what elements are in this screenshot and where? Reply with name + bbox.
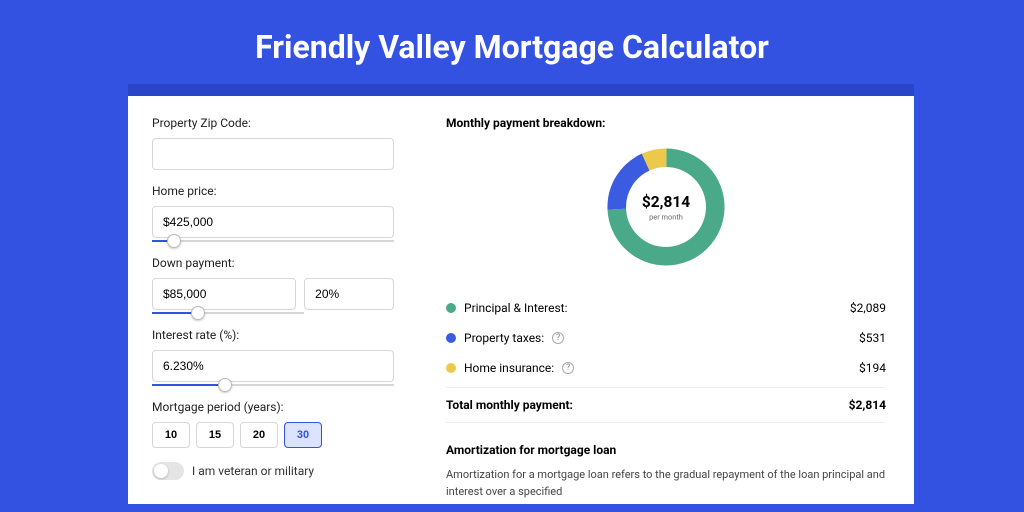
period-30[interactable]: 30	[284, 422, 322, 448]
dot-icon	[446, 333, 456, 343]
legend-insurance: Home insurance: ? $194	[446, 353, 886, 383]
home-price-label: Home price:	[152, 184, 394, 198]
legend-label: Property taxes:	[464, 331, 544, 345]
period-label: Mortgage period (years):	[152, 400, 394, 414]
down-payment-input[interactable]	[152, 278, 296, 310]
legend-label: Home insurance:	[464, 361, 554, 375]
help-icon[interactable]: ?	[562, 362, 574, 374]
legend-taxes: Property taxes: ? $531	[446, 323, 886, 353]
total-value: $2,814	[849, 398, 886, 412]
zip-field: Property Zip Code:	[152, 116, 394, 170]
page-title: Friendly Valley Mortgage Calculator	[0, 0, 1024, 84]
help-icon[interactable]: ?	[552, 332, 564, 344]
total-row: Total monthly payment: $2,814	[446, 387, 886, 423]
donut-chart: $2,814 per month	[446, 142, 886, 275]
donut-center-sub: per month	[649, 212, 683, 221]
period-field: Mortgage period (years): 10 15 20 30	[152, 400, 394, 448]
down-payment-pct-input[interactable]	[304, 278, 394, 310]
veteran-toggle[interactable]	[152, 462, 184, 480]
amort-text: Amortization for a mortgage loan refers …	[446, 467, 886, 500]
interest-field: Interest rate (%):	[152, 328, 394, 386]
home-price-input[interactable]	[152, 206, 394, 238]
donut-center-value: $2,814	[642, 193, 690, 211]
legend-principal: Principal & Interest: $2,089	[446, 293, 886, 323]
slider-thumb[interactable]	[218, 378, 232, 392]
zip-label: Property Zip Code:	[152, 116, 394, 130]
amort-title: Amortization for mortgage loan	[446, 443, 886, 457]
legend-value: $194	[859, 361, 886, 375]
form-panel: Property Zip Code: Home price: Down paym…	[128, 96, 418, 504]
slider-thumb[interactable]	[167, 234, 181, 248]
breakdown-panel: Monthly payment breakdown: $2,814 per mo…	[418, 96, 914, 504]
breakdown-title: Monthly payment breakdown:	[446, 116, 886, 130]
interest-input[interactable]	[152, 350, 394, 382]
down-payment-slider[interactable]	[152, 312, 304, 314]
total-label: Total monthly payment:	[446, 398, 573, 412]
toggle-knob	[154, 464, 168, 478]
period-15[interactable]: 15	[196, 422, 234, 448]
legend-value: $531	[859, 331, 886, 345]
interest-label: Interest rate (%):	[152, 328, 394, 342]
dot-icon	[446, 303, 456, 313]
dot-icon	[446, 363, 456, 373]
period-20[interactable]: 20	[240, 422, 278, 448]
zip-input[interactable]	[152, 138, 394, 170]
down-payment-field: Down payment:	[152, 256, 394, 314]
donut-svg: $2,814 per month	[601, 142, 731, 272]
home-price-slider[interactable]	[152, 240, 394, 242]
legend-label: Principal & Interest:	[464, 301, 568, 315]
interest-slider[interactable]	[152, 384, 394, 386]
veteran-label: I am veteran or military	[192, 464, 314, 478]
slider-thumb[interactable]	[191, 306, 205, 320]
home-price-field: Home price:	[152, 184, 394, 242]
legend-value: $2,089	[850, 301, 886, 315]
calculator-card: Property Zip Code: Home price: Down paym…	[128, 84, 914, 504]
down-payment-label: Down payment:	[152, 256, 394, 270]
veteran-row: I am veteran or military	[152, 462, 394, 480]
period-10[interactable]: 10	[152, 422, 190, 448]
period-buttons: 10 15 20 30	[152, 422, 394, 448]
